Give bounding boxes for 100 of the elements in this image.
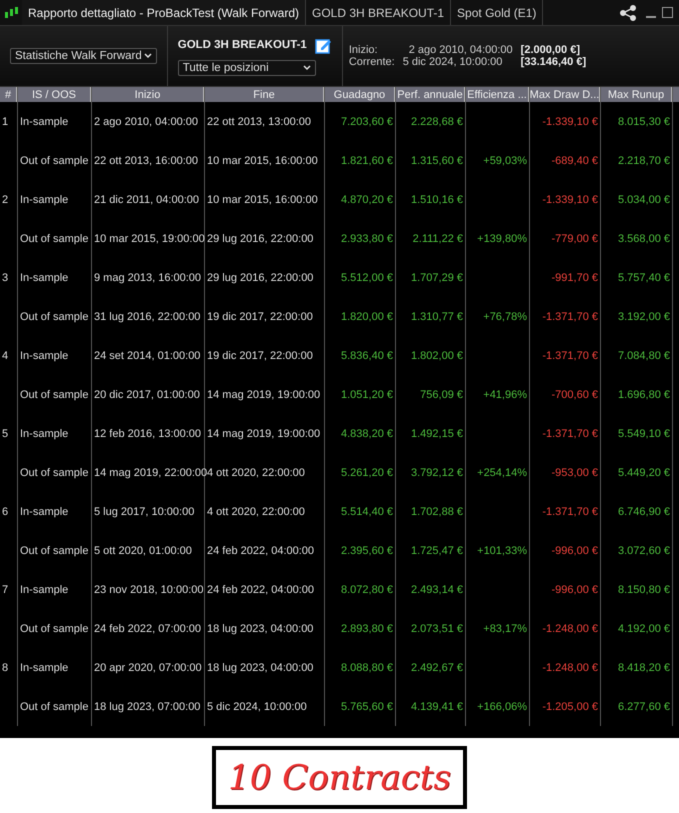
info-value: [2.000,00 €] — [520, 44, 581, 56]
table-cell: 5.836,40 € — [341, 350, 393, 362]
table-cell: 4.838,20 € — [341, 428, 393, 440]
table-cell: 2.228,68 € — [411, 116, 463, 128]
info-date: 5 dic 2024, 10:00:00 — [402, 56, 504, 68]
table-cell: 5.034,00 € — [618, 194, 670, 206]
table-cell: 20 apr 2020, 07:00:00 — [94, 662, 202, 674]
info-label: Corrente: — [348, 56, 395, 68]
chevron-down-icon — [144, 53, 152, 59]
table-cell: 8.072,80 € — [341, 584, 393, 596]
table-cell: 10 mar 2015, 16:00:00 — [207, 154, 318, 166]
table-cell: Out of sample — [20, 544, 88, 556]
table-cell: Out of sample — [20, 154, 88, 166]
table-cell: 5.549,10 € — [618, 428, 670, 440]
window-tab[interactable]: Rapporto dettagliato - ProBackTest (Walk Forward) — [22, 0, 306, 25]
table-cell: Out of sample — [20, 232, 88, 244]
column-header[interactable]: Max Draw D... — [530, 87, 600, 102]
table-cell: In-sample — [20, 194, 68, 206]
table-cell: 6.746,90 € — [618, 506, 670, 518]
table-cell: -1.371,70 € — [542, 428, 598, 440]
table-cell: +254,14% — [477, 466, 527, 478]
table-cell: 1.696,80 € — [618, 388, 670, 400]
system-name: GOLD 3H BREAKOUT-1 — [178, 39, 307, 51]
table-cell: +101,33% — [477, 544, 527, 556]
table-cell: 2.893,80 € — [341, 622, 393, 634]
table-cell: Out of sample — [20, 388, 88, 400]
header-corner — [673, 87, 679, 102]
table-cell: 12 feb 2016, 13:00:00 — [94, 428, 202, 440]
table-cell: 8.088,80 € — [341, 662, 393, 674]
table-cell: 5 dic 2024, 10:00:00 — [207, 700, 307, 712]
table-cell: 10 mar 2015, 16:00:00 — [207, 194, 318, 206]
table-cell: 1.051,20 € — [341, 388, 393, 400]
table-cell: Out of sample — [20, 700, 88, 712]
table-cell: 2.493,14 € — [411, 584, 463, 596]
table-cell: -996,00 € — [552, 584, 598, 596]
table-cell: 3.792,12 € — [411, 466, 463, 478]
table-cell: 1.821,60 € — [341, 154, 393, 166]
table-cell: 6.277,60 € — [618, 700, 670, 712]
table-cell: +83,17% — [483, 622, 527, 634]
table-cell: -1.205,00 € — [542, 700, 598, 712]
table-cell: In-sample — [20, 662, 68, 674]
table-cell: 1.492,15 € — [411, 428, 463, 440]
share-icon[interactable] — [620, 4, 638, 20]
table-cell: 1.310,77 € — [411, 310, 463, 322]
table-cell: In-sample — [20, 428, 68, 440]
info-label: Inizio: — [348, 44, 379, 56]
table-cell: 3.192,00 € — [618, 310, 670, 322]
table-cell: 2.073,51 € — [411, 622, 463, 634]
column-header[interactable]: IS / OOS — [18, 87, 91, 102]
column-header[interactable]: # — [0, 87, 17, 102]
table-cell: 22 ott 2013, 16:00:00 — [94, 154, 198, 166]
table-cell: 20 dic 2017, 01:00:00 — [94, 388, 200, 400]
view-dropdown[interactable]: Statistiche Walk Forward — [10, 48, 157, 64]
table-cell: 1.702,88 € — [411, 506, 463, 518]
table-cell: 24 feb 2022, 04:00:00 — [207, 584, 314, 596]
table-cell: +166,06% — [477, 700, 527, 712]
table-cell: 5.757,40 € — [618, 272, 670, 284]
positions-dropdown[interactable]: Tutte le posizioni — [178, 60, 316, 76]
table-cell: 1.725,47 € — [411, 544, 463, 556]
table-cell: 29 lug 2016, 22:00:00 — [207, 272, 314, 284]
table-cell: -700,60 € — [552, 388, 598, 400]
table-cell: 5.512,00 € — [341, 272, 393, 284]
edit-icon[interactable] — [314, 36, 332, 54]
table-cell: -1.371,70 € — [542, 350, 598, 362]
column-header[interactable]: Guadagno — [325, 87, 395, 102]
table-cell: 8.150,80 € — [618, 584, 670, 596]
table-cell: 5.449,20 € — [618, 466, 670, 478]
table-cell: -1.248,00 € — [542, 622, 598, 634]
maximize-icon[interactable] — [662, 7, 673, 18]
table-cell: 5 ott 2020, 01:00:00 — [94, 544, 192, 556]
table-cell: 7.084,80 € — [618, 350, 670, 362]
table-cell: 4.870,20 € — [341, 194, 393, 206]
column-header[interactable]: Efficienza ... — [466, 87, 529, 102]
column-header[interactable]: Perf. annuale — [396, 87, 465, 102]
table-cell: 4.139,41 € — [411, 700, 463, 712]
table-cell: 2 ago 2010, 04:00:00 — [94, 116, 198, 128]
table-cell: -991,70 € — [552, 272, 598, 284]
table-cell: Out of sample — [20, 310, 88, 322]
table-cell: 9 mag 2013, 16:00:00 — [94, 272, 202, 284]
table-cell: 4 — [2, 350, 8, 362]
table-cell: -1.339,10 € — [542, 194, 598, 206]
table-cell: 22 ott 2013, 13:00:00 — [207, 116, 311, 128]
table-cell: +59,03% — [483, 154, 527, 166]
table-cell: 2 — [2, 194, 8, 206]
table-cell: In-sample — [20, 116, 68, 128]
table-cell: 2.111,22 € — [412, 232, 463, 244]
table-cell: 1.820,00 € — [341, 310, 393, 322]
info-value: [33.146,40 €] — [520, 56, 586, 68]
table-cell: 21 dic 2011, 04:00:00 — [94, 194, 199, 206]
table-cell: 1.802,00 € — [411, 350, 463, 362]
table-cell: In-sample — [20, 350, 68, 362]
column-header[interactable]: Inizio — [92, 87, 204, 102]
chevron-down-icon — [302, 64, 311, 70]
table-cell: 2.933,80 € — [341, 232, 393, 244]
table-cell: 5.261,20 € — [341, 466, 393, 478]
column-header[interactable]: Fine — [205, 87, 324, 102]
table-cell: 18 lug 2023, 04:00:00 — [207, 662, 314, 674]
column-header[interactable]: Max Runup — [601, 87, 672, 102]
table-cell: 4 ott 2020, 22:00:00 — [207, 466, 305, 478]
table-cell: 24 set 2014, 01:00:00 — [94, 350, 200, 362]
